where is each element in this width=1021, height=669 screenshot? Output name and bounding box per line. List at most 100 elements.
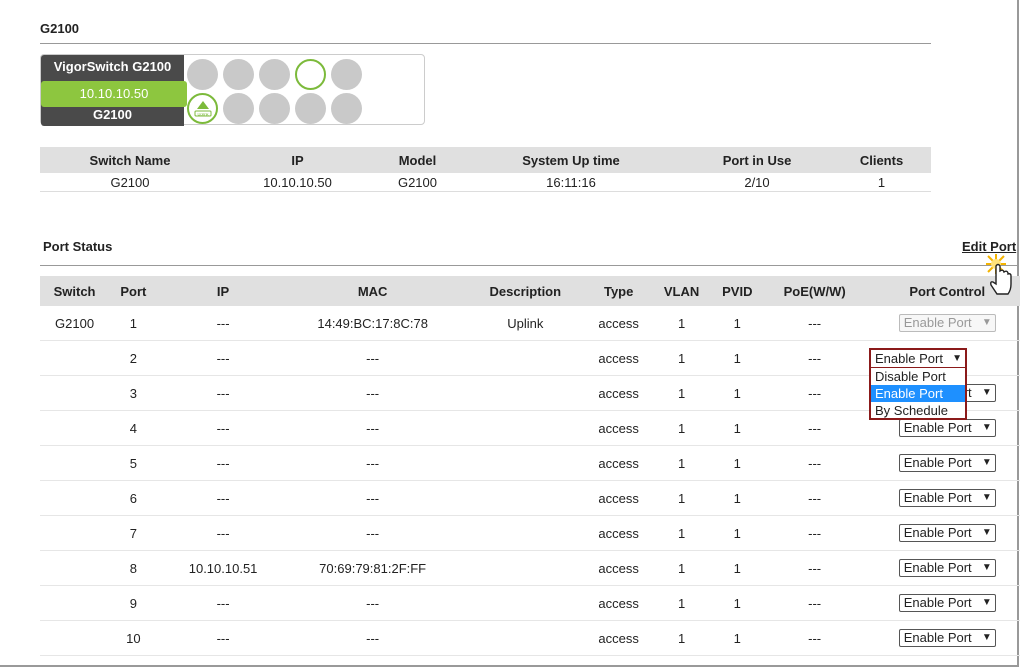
port-control-select-label: Enable Port [903, 420, 972, 435]
port-indicator-8[interactable] [295, 93, 326, 124]
port-row-8: 8 10.10.10.51 70:69:79:81:2F:FF access 1 1 ---… [40, 550, 1020, 586]
port-row-6: 6 --- --- access 1 1 --- Enable Port ▼ [40, 480, 1020, 516]
port-indicator-2-uplink[interactable]: Uplink [187, 93, 218, 124]
port-cell-ip: --- [157, 306, 289, 341]
port-control-dropdown-open[interactable]: Enable Port ▼ Disable Port Enable Port B… [869, 348, 967, 420]
port-control-select-label: Enable Port [903, 490, 972, 505]
chevron-down-icon: ▼ [981, 422, 992, 433]
port-control-select[interactable]: Enable Port ▼ [898, 419, 996, 437]
port-indicator-9[interactable] [331, 59, 362, 90]
port-cell-vlan: 1 [643, 480, 720, 516]
port-cell-ip: --- [157, 445, 289, 481]
chevron-down-icon: ▼ [981, 457, 992, 468]
port-cell-ip: --- [157, 480, 289, 516]
port-cell-type: access [593, 340, 644, 376]
port-cell-poe: --- [754, 306, 875, 341]
port-control-select[interactable]: Enable Port ▼ [898, 594, 996, 612]
port-cell-type: access [593, 375, 644, 411]
port-cell-control: Enable Port ▼ [874, 480, 1020, 516]
port-cell-mac: --- [288, 340, 457, 376]
port-indicator-6[interactable] [259, 93, 290, 124]
port-control-select[interactable]: Enable Port ▼ [898, 559, 996, 577]
port-cell-ip: --- [157, 340, 289, 376]
port-cell-control: Enable Port ▼ [874, 620, 1020, 656]
port-cell-vlan: 1 [643, 620, 720, 656]
port-cell-switch: G2100 [40, 306, 110, 341]
summary-switch-name: G2100 [40, 173, 220, 192]
port-cell-desc [456, 410, 594, 446]
port-control-select[interactable]: Enable Port ▼ [898, 454, 996, 472]
dropdown-option-enable-port[interactable]: Enable Port [871, 385, 965, 402]
chevron-down-icon: ▼ [981, 562, 992, 573]
port-status-label: Port Status [43, 239, 113, 254]
port-cell-control: Enable Port ▼ [874, 585, 1020, 621]
port-cell-desc [456, 480, 594, 516]
port-cell-desc [456, 550, 594, 586]
port-cell-desc [456, 445, 594, 481]
port-cell-vlan: 1 [643, 375, 720, 411]
port-control-select: Enable Port ▼ [898, 314, 996, 332]
port-cell-port: 7 [109, 515, 158, 551]
port-control-select[interactable]: Enable Port ▼ [898, 629, 996, 647]
port-cell-pvid: 1 [719, 445, 755, 481]
port-control-select-label: Enable Port [903, 455, 972, 470]
port-indicator-1[interactable] [187, 59, 218, 90]
port-cell-port: 2 [109, 340, 158, 376]
port-header-vlan: VLAN [643, 276, 720, 306]
summary-port-in-use: 2/10 [682, 173, 832, 192]
port-cell-pvid: 1 [719, 585, 755, 621]
port-control-select-label: Enable Port [903, 595, 972, 610]
port-cell-mac: --- [288, 445, 457, 481]
port-header-port: Port [109, 276, 158, 306]
chevron-down-icon: ▼ [981, 632, 992, 643]
device-ip-badge[interactable]: 10.10.10.50 [41, 81, 187, 107]
port-indicator-3[interactable] [223, 59, 254, 90]
port-cell-type: access [593, 410, 644, 446]
port-cell-ip: 10.10.10.51 [157, 550, 289, 586]
port-cell-desc [456, 340, 594, 376]
summary-row: G2100 10.10.10.50 G2100 16:11:16 2/10 1 [40, 173, 931, 192]
port-indicator-7[interactable] [295, 59, 326, 90]
port-control-dropdown-current[interactable]: Enable Port ▼ [871, 350, 965, 368]
port-cell-poe: --- [754, 375, 875, 411]
port-control-select-label: Enable Port [903, 525, 972, 540]
port-control-select[interactable]: Enable Port ▼ [898, 524, 996, 542]
port-indicator-5[interactable] [259, 59, 290, 90]
dropdown-option-disable-port[interactable]: Disable Port [871, 368, 965, 385]
port-cell-desc: Uplink [456, 306, 594, 341]
port-cell-type: access [593, 480, 644, 516]
port-header-description: Description [456, 276, 594, 306]
port-cell-port: 1 [109, 306, 158, 341]
port-cell-pvid: 1 [719, 306, 755, 341]
summary-ip: 10.10.10.50 [220, 173, 375, 192]
port-cell-poe: --- [754, 550, 875, 586]
port-indicator-10[interactable] [331, 93, 362, 124]
port-indicator-4[interactable] [223, 93, 254, 124]
port-control-select[interactable]: Enable Port ▼ [898, 489, 996, 507]
port-header-switch: Switch [40, 276, 110, 306]
port-cell-type: access [593, 515, 644, 551]
summary-table: Switch Name IP Model System Up time Port… [40, 147, 931, 192]
summary-header-model: Model [375, 147, 460, 173]
port-cell-mac: 70:69:79:81:2F:FF [288, 550, 457, 586]
port-cell-pvid: 1 [719, 550, 755, 586]
uplink-icon: Uplink [194, 101, 212, 117]
port-cell-ip: --- [157, 585, 289, 621]
port-cell-pvid: 1 [719, 480, 755, 516]
port-header-poe: PoE(W/W) [754, 276, 875, 306]
chevron-down-icon: ▼ [981, 492, 992, 503]
port-status-divider [40, 265, 1018, 266]
device-name: VigorSwitch G2100 [53, 59, 172, 74]
chevron-down-icon: ▼ [981, 597, 992, 608]
port-cell-type: access [593, 585, 644, 621]
port-row-9: 9 --- --- access 1 1 --- Enable Port ▼ [40, 585, 1020, 621]
dropdown-option-by-schedule[interactable]: By Schedule [871, 402, 965, 419]
port-cell-switch [40, 620, 110, 656]
port-row-5: 5 --- --- access 1 1 --- Enable Port ▼ [40, 445, 1020, 481]
port-cell-desc [456, 375, 594, 411]
port-row-1: G2100 1 --- 14:49:BC:17:8C:78 Uplink access 1 1… [40, 306, 1020, 341]
port-cell-mac: 14:49:BC:17:8C:78 [288, 306, 457, 341]
port-cell-port: 9 [109, 585, 158, 621]
port-cell-poe: --- [754, 445, 875, 481]
hand-cursor-icon [986, 254, 1012, 295]
